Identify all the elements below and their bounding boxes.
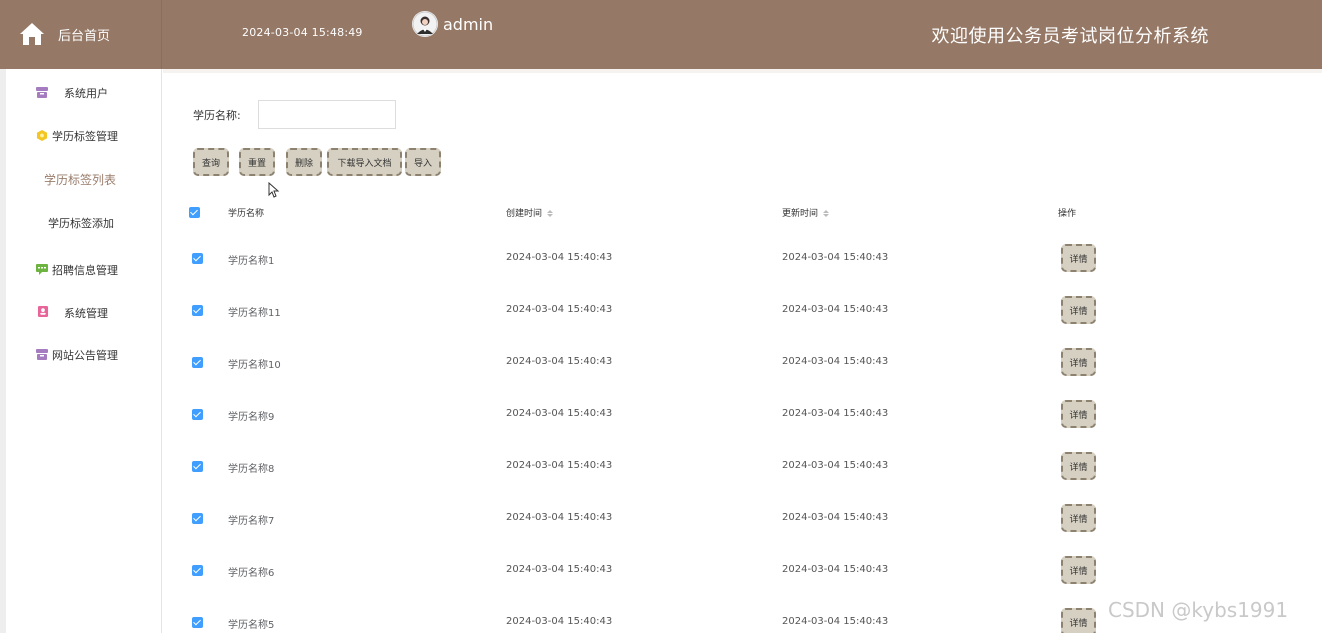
download-template-button[interactable]: 下载导入文档	[327, 148, 402, 176]
user-avatar[interactable]	[412, 11, 438, 37]
cell-name: 学历名称8	[228, 464, 275, 475]
cell-updated: 2024-03-04 15:40:43	[782, 304, 889, 315]
detail-button[interactable]: 详情	[1061, 400, 1096, 428]
cell-created: 2024-03-04 15:40:43	[506, 616, 613, 627]
cell-created: 2024-03-04 15:40:43	[506, 304, 613, 315]
sort-icon[interactable]	[823, 210, 830, 217]
mouse-cursor-icon	[268, 182, 280, 198]
sidebar-item-education-tags[interactable]: 学历标签管理	[0, 126, 162, 146]
sidebar-item-label: 系统用户	[64, 87, 108, 100]
sidebar-item-label: 招聘信息管理	[52, 264, 118, 277]
cell-name: 学历名称1	[228, 256, 275, 267]
row-checkbox[interactable]	[192, 461, 203, 472]
detail-button[interactable]: 详情	[1061, 452, 1096, 480]
column-header-created-label: 创建时间	[506, 209, 543, 219]
row-checkbox[interactable]	[192, 617, 203, 628]
welcome-title: 欢迎使用公务员考试岗位分析系统	[931, 26, 1209, 47]
education-name-input[interactable]	[258, 100, 396, 129]
column-header-actions: 操作	[1058, 209, 1077, 219]
detail-button[interactable]: 详情	[1061, 244, 1096, 272]
sidebar-subitem-tag-add[interactable]: 学历标签添加	[48, 215, 114, 231]
cell-created: 2024-03-04 15:40:43	[506, 356, 613, 367]
select-all-checkbox[interactable]	[189, 207, 200, 218]
watermark: CSDN @kybs1991	[1108, 598, 1289, 622]
column-header-updated[interactable]: 更新时间	[782, 206, 830, 219]
sidebar-item-system-users[interactable]: 系统用户	[0, 83, 162, 103]
admin-page: 后台首页 2024-03-04 15:48:49 admin 欢迎使用公务员考试…	[0, 0, 1322, 633]
home-label: 后台首页	[58, 29, 111, 44]
avatar-icon	[412, 11, 438, 37]
reset-button[interactable]: 重置	[239, 148, 275, 176]
detail-button[interactable]: 详情	[1061, 348, 1096, 376]
sidebar-item-announcements[interactable]: 网站公告管理	[0, 345, 162, 365]
hexagon-icon	[36, 130, 48, 141]
username[interactable]: admin	[443, 15, 493, 34]
column-header-updated-label: 更新时间	[782, 209, 819, 219]
cell-name: 学历名称9	[228, 412, 275, 423]
sidebar-item-system-management[interactable]: 系统管理	[0, 303, 162, 323]
delete-button[interactable]: 删除	[286, 148, 322, 176]
cell-updated: 2024-03-04 15:40:43	[782, 460, 889, 471]
row-checkbox[interactable]	[192, 513, 203, 524]
sidebar-item-label: 学历标签管理	[52, 130, 118, 143]
row-checkbox[interactable]	[192, 565, 203, 576]
detail-button[interactable]: 详情	[1061, 296, 1096, 324]
sort-icon[interactable]	[547, 210, 554, 217]
sidebar-item-recruitment[interactable]: 招聘信息管理	[0, 260, 162, 280]
cell-updated: 2024-03-04 15:40:43	[782, 356, 889, 367]
cell-created: 2024-03-04 15:40:43	[506, 512, 613, 523]
sidebar-item-label: 网站公告管理	[52, 349, 118, 362]
cell-created: 2024-03-04 15:40:43	[506, 252, 613, 263]
cell-name: 学历名称11	[228, 308, 281, 319]
row-checkbox[interactable]	[192, 253, 203, 264]
cell-updated: 2024-03-04 15:40:43	[782, 252, 889, 263]
sidebar-item-label: 系统管理	[64, 307, 108, 320]
cell-updated: 2024-03-04 15:40:43	[782, 512, 889, 523]
home-link[interactable]: 后台首页	[0, 0, 162, 69]
query-button[interactable]: 查询	[193, 148, 229, 176]
import-button[interactable]: 导入	[405, 148, 441, 176]
top-header: 后台首页 2024-03-04 15:48:49 admin 欢迎使用公务员考试…	[0, 0, 1322, 69]
detail-button[interactable]: 详情	[1061, 608, 1096, 633]
box-icon	[36, 87, 48, 98]
row-checkbox[interactable]	[192, 357, 203, 368]
detail-button[interactable]: 详情	[1061, 504, 1096, 532]
cell-name: 学历名称6	[228, 568, 275, 579]
chat-icon	[36, 264, 48, 275]
cell-created: 2024-03-04 15:40:43	[506, 564, 613, 575]
cell-updated: 2024-03-04 15:40:43	[782, 408, 889, 419]
detail-button[interactable]: 详情	[1061, 556, 1096, 584]
row-checkbox[interactable]	[192, 409, 203, 420]
cell-created: 2024-03-04 15:40:43	[506, 408, 613, 419]
cell-name: 学历名称10	[228, 360, 281, 371]
cell-name: 学历名称5	[228, 620, 275, 631]
cell-updated: 2024-03-04 15:40:43	[782, 616, 889, 627]
column-header-created[interactable]: 创建时间	[506, 206, 554, 219]
current-datetime: 2024-03-04 15:48:49	[242, 26, 363, 39]
sidebar-subitem-tag-list[interactable]: 学历标签列表	[44, 171, 116, 188]
cell-updated: 2024-03-04 15:40:43	[782, 564, 889, 575]
cell-created: 2024-03-04 15:40:43	[506, 460, 613, 471]
id-card-icon	[37, 306, 49, 317]
box-icon	[36, 349, 48, 360]
search-label: 学历名称:	[193, 109, 241, 122]
column-header-name: 学历名称	[228, 209, 265, 219]
cell-name: 学历名称7	[228, 516, 275, 527]
home-icon	[20, 23, 44, 45]
row-checkbox[interactable]	[192, 305, 203, 316]
